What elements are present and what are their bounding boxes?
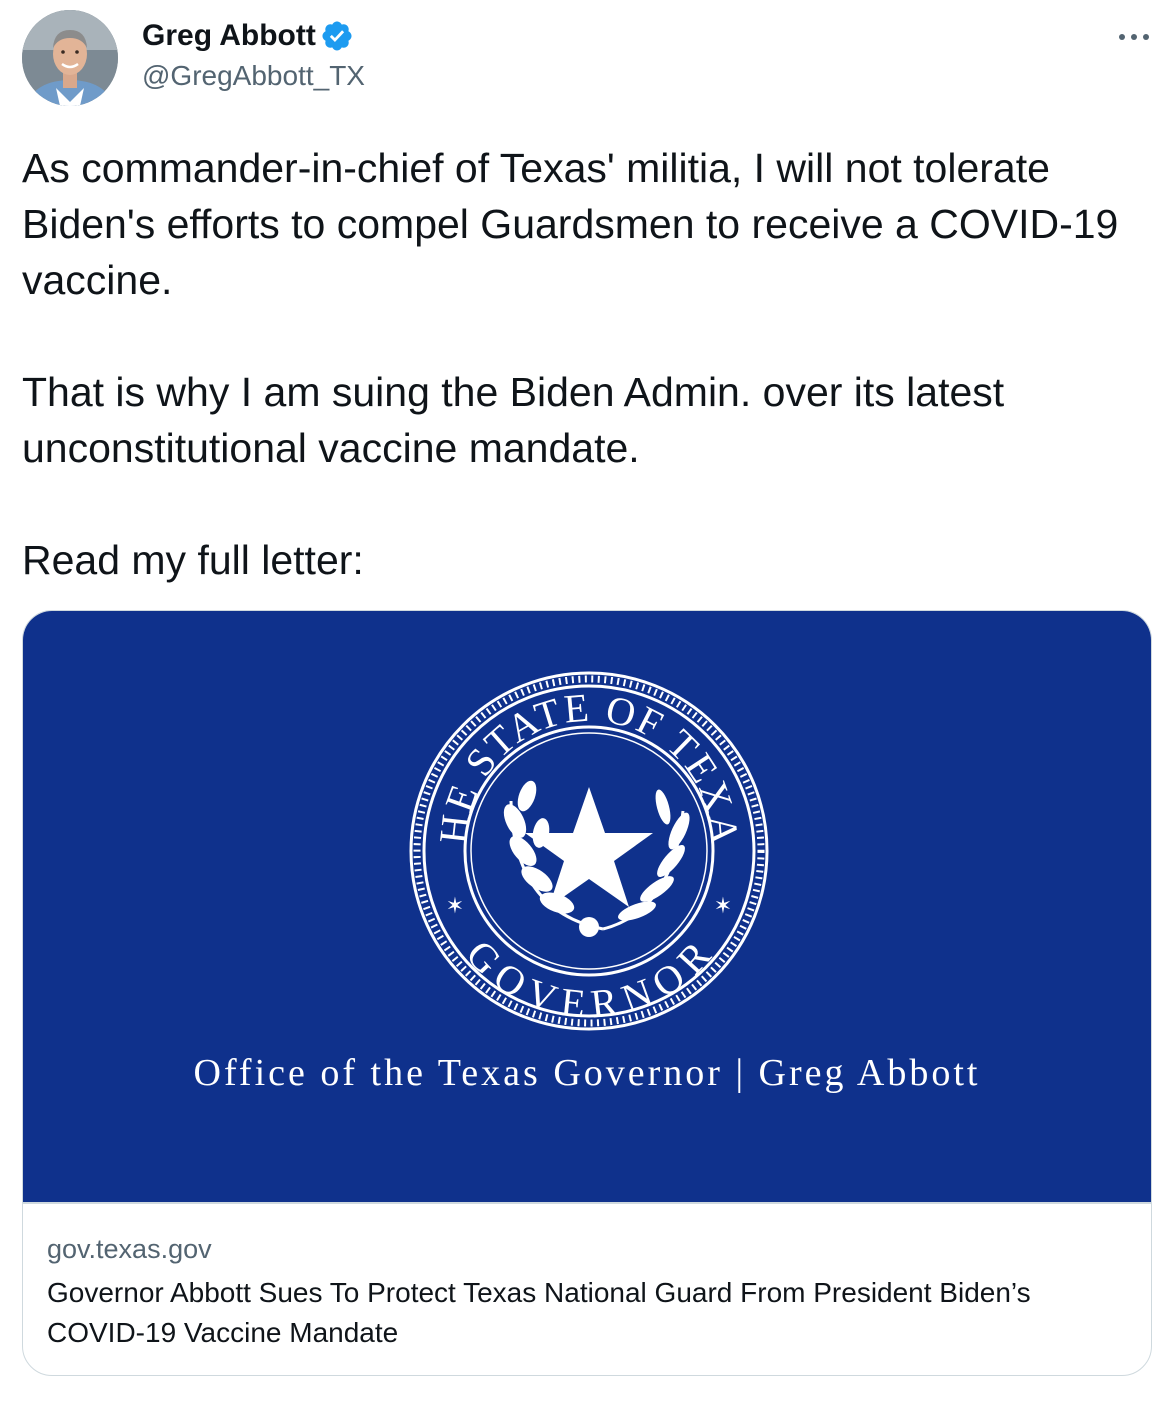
more-horizontal-icon [1119, 34, 1149, 40]
author-handle[interactable]: @GregAbbott_TX [142, 58, 365, 94]
author-name-text[interactable]: Greg Abbott [142, 16, 316, 56]
verified-badge-icon [320, 19, 354, 53]
link-card-divider [23, 1202, 1151, 1204]
texas-governor-seal-icon: THE STATE OF TEXAS GOVERNOR ✶ ✶ [23, 611, 769, 1031]
tweet-paragraph: That is why I am suing the Biden Admin. … [22, 369, 1005, 471]
link-card-title: Governor Abbott Sues To Protect Texas Na… [47, 1277, 1031, 1348]
seal-top-text: THE STATE OF TEXAS [23, 611, 746, 848]
link-card-image[interactable]: THE STATE OF TEXAS GOVERNOR ✶ ✶ [23, 611, 1151, 1202]
author-avatar[interactable] [22, 10, 118, 106]
svg-text:✶: ✶ [714, 894, 732, 919]
tweet-paragraph: As commander-in-chief of Texas' militia,… [22, 145, 1119, 303]
tweet: Greg Abbott @GregAbbott_TX As commander-… [0, 0, 1176, 1402]
avatar-photo [22, 10, 118, 106]
svg-text:GOVERNOR: GOVERNOR [457, 931, 720, 1026]
seal-bottom-text: GOVERNOR [457, 931, 718, 1026]
link-card[interactable]: THE STATE OF TEXAS GOVERNOR ✶ ✶ [22, 610, 1152, 1376]
svg-text:✶: ✶ [446, 894, 464, 919]
svg-text:THE STATE OF TEXAS: THE STATE OF TEXAS [23, 611, 748, 848]
link-card-domain: gov.texas.gov [47, 1234, 212, 1264]
link-card-image-caption: Office of the Texas Governor | Greg Abbo… [193, 1052, 981, 1094]
more-options-button[interactable] [1112, 20, 1156, 54]
author-name[interactable]: Greg Abbott [142, 16, 354, 56]
tweet-paragraph: Read my full letter: [22, 537, 364, 583]
tweet-text: As commander-in-chief of Texas' militia,… [22, 140, 1152, 588]
